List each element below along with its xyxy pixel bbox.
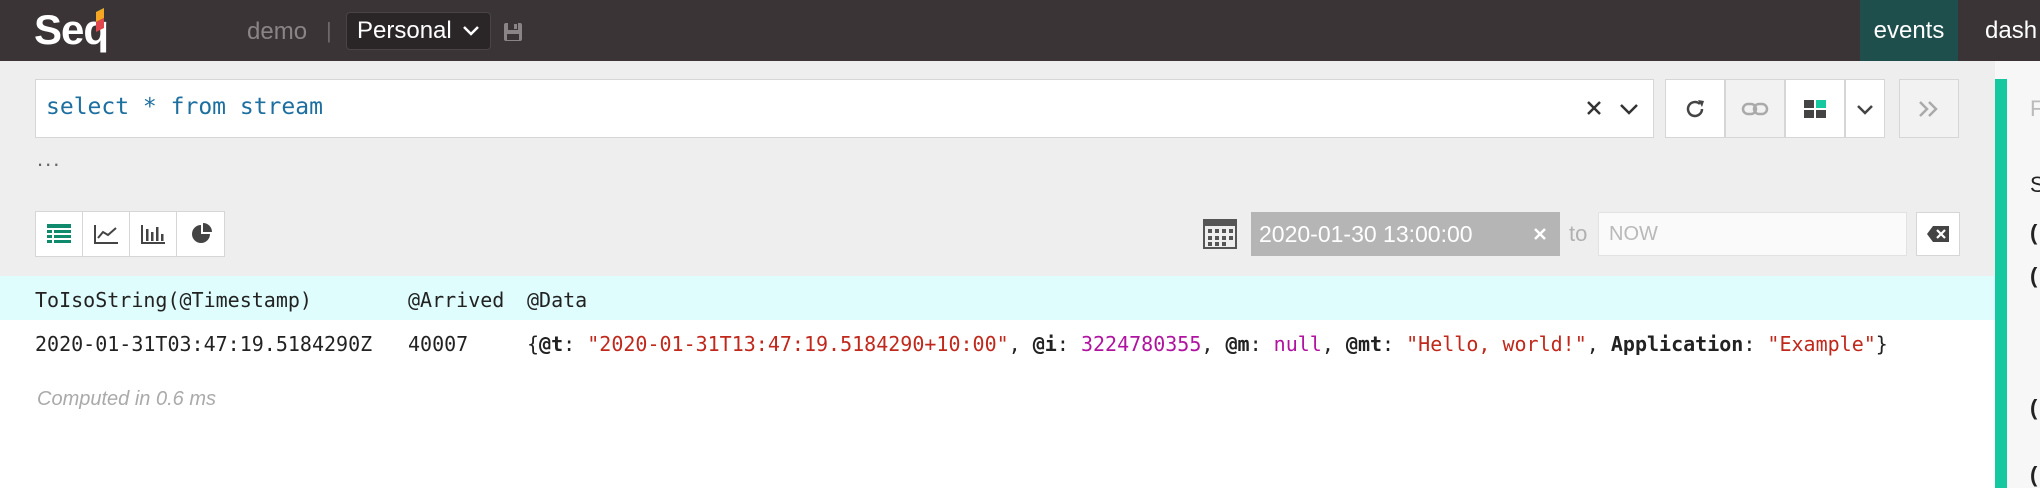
column-header[interactable]: @Arrived [408, 288, 504, 312]
side-panel-text: S [2030, 172, 2040, 197]
data-value: "Example" [1767, 332, 1876, 356]
range-to-field[interactable] [1598, 212, 1907, 256]
side-panel-text: ( [2030, 395, 2038, 420]
save-icon[interactable] [503, 22, 523, 42]
refresh-icon [1686, 99, 1704, 117]
data-value: null [1273, 332, 1322, 356]
workspace-label: Personal [357, 17, 452, 44]
instance-name[interactable]: demo [247, 18, 307, 46]
query-text[interactable]: select * from stream [46, 94, 323, 120]
logo-mark-icon [96, 8, 104, 32]
range-from-field[interactable]: 2020-01-30 13:00:00 [1251, 212, 1560, 256]
layout-dropdown-button[interactable] [1845, 79, 1885, 138]
brace: { [527, 332, 540, 356]
data-key: @t [539, 332, 564, 356]
side-panel-text: ( [2030, 220, 2038, 245]
view-mode-group [35, 211, 225, 257]
link-icon [1741, 102, 1769, 115]
brace: } [1875, 332, 1888, 356]
bar-chart-button[interactable] [130, 212, 177, 256]
timestamp-cell: 2020-01-31T03:47:19.5184290Z [35, 332, 373, 356]
query-area: select * from stream ... 2020-01-30 13:0… [0, 61, 1995, 276]
arrived-cell: 40007 [408, 332, 469, 356]
query-input[interactable]: select * from stream [35, 79, 1654, 138]
nav-events[interactable]: events [1860, 0, 1958, 61]
layout-button[interactable] [1785, 79, 1845, 138]
layout-icon [1804, 99, 1826, 118]
side-panel-text: ( [2030, 263, 2038, 288]
data-key: Application [1610, 332, 1744, 356]
side-panel-accent [1995, 79, 2007, 488]
data-value: 3224780355 [1080, 332, 1202, 356]
table-icon [47, 224, 71, 243]
chevron-down-icon [1857, 104, 1873, 115]
data-key: @m [1225, 332, 1250, 356]
backspace-icon [1927, 226, 1949, 242]
clear-range-button[interactable] [1916, 212, 1960, 256]
data-cell: {@t: "2020-01-31T13:47:19.5184290+10:00"… [527, 332, 1888, 356]
data-value: "2020-01-31T13:47:19.5184290+10:00" [587, 332, 1009, 356]
side-panel-text: ( [2030, 462, 2038, 487]
chevron-down-icon [462, 26, 479, 36]
nav-dashboards[interactable]: dash [1985, 0, 2037, 61]
calendar-icon[interactable] [1203, 219, 1237, 249]
line-chart-button[interactable] [83, 212, 130, 256]
link-button[interactable] [1725, 79, 1785, 138]
workspace-selector[interactable]: Personal [346, 12, 491, 50]
double-chevron-right-icon [1919, 100, 1938, 117]
data-value: "Hello, world!" [1406, 332, 1587, 356]
range-to-label: to [1569, 221, 1588, 246]
data-key: @i [1032, 332, 1057, 356]
expand-panel-button[interactable] [1899, 79, 1959, 138]
query-ellipsis[interactable]: ... [37, 146, 61, 172]
column-header[interactable]: ToIsoString(@Timestamp) [35, 288, 312, 312]
results-header-row: ToIsoString(@Timestamp) @Arrived @Data [0, 276, 1995, 320]
data-key: @mt [1345, 332, 1383, 356]
pie-chart-button[interactable] [177, 212, 224, 256]
range-from-value: 2020-01-30 13:00:00 [1259, 221, 1473, 247]
close-icon[interactable] [1532, 226, 1548, 242]
pie-chart-icon [191, 223, 212, 243]
bar-chart-icon [141, 225, 165, 244]
table-row[interactable]: 2020-01-31T03:47:19.5184290Z 40007 {@t: … [0, 320, 1995, 366]
line-chart-icon [94, 225, 118, 244]
refresh-button[interactable] [1665, 79, 1725, 138]
table-view-button[interactable] [36, 212, 83, 256]
top-bar: Seq demo | Personal events dash [0, 0, 2040, 61]
side-panel-text: F [2030, 96, 2040, 121]
column-header[interactable]: @Data [527, 288, 587, 312]
computed-time: Computed in 0.6 ms [37, 388, 216, 410]
separator: | [326, 18, 332, 43]
close-icon[interactable] [1584, 98, 1604, 118]
chevron-down-icon[interactable] [1618, 98, 1640, 120]
